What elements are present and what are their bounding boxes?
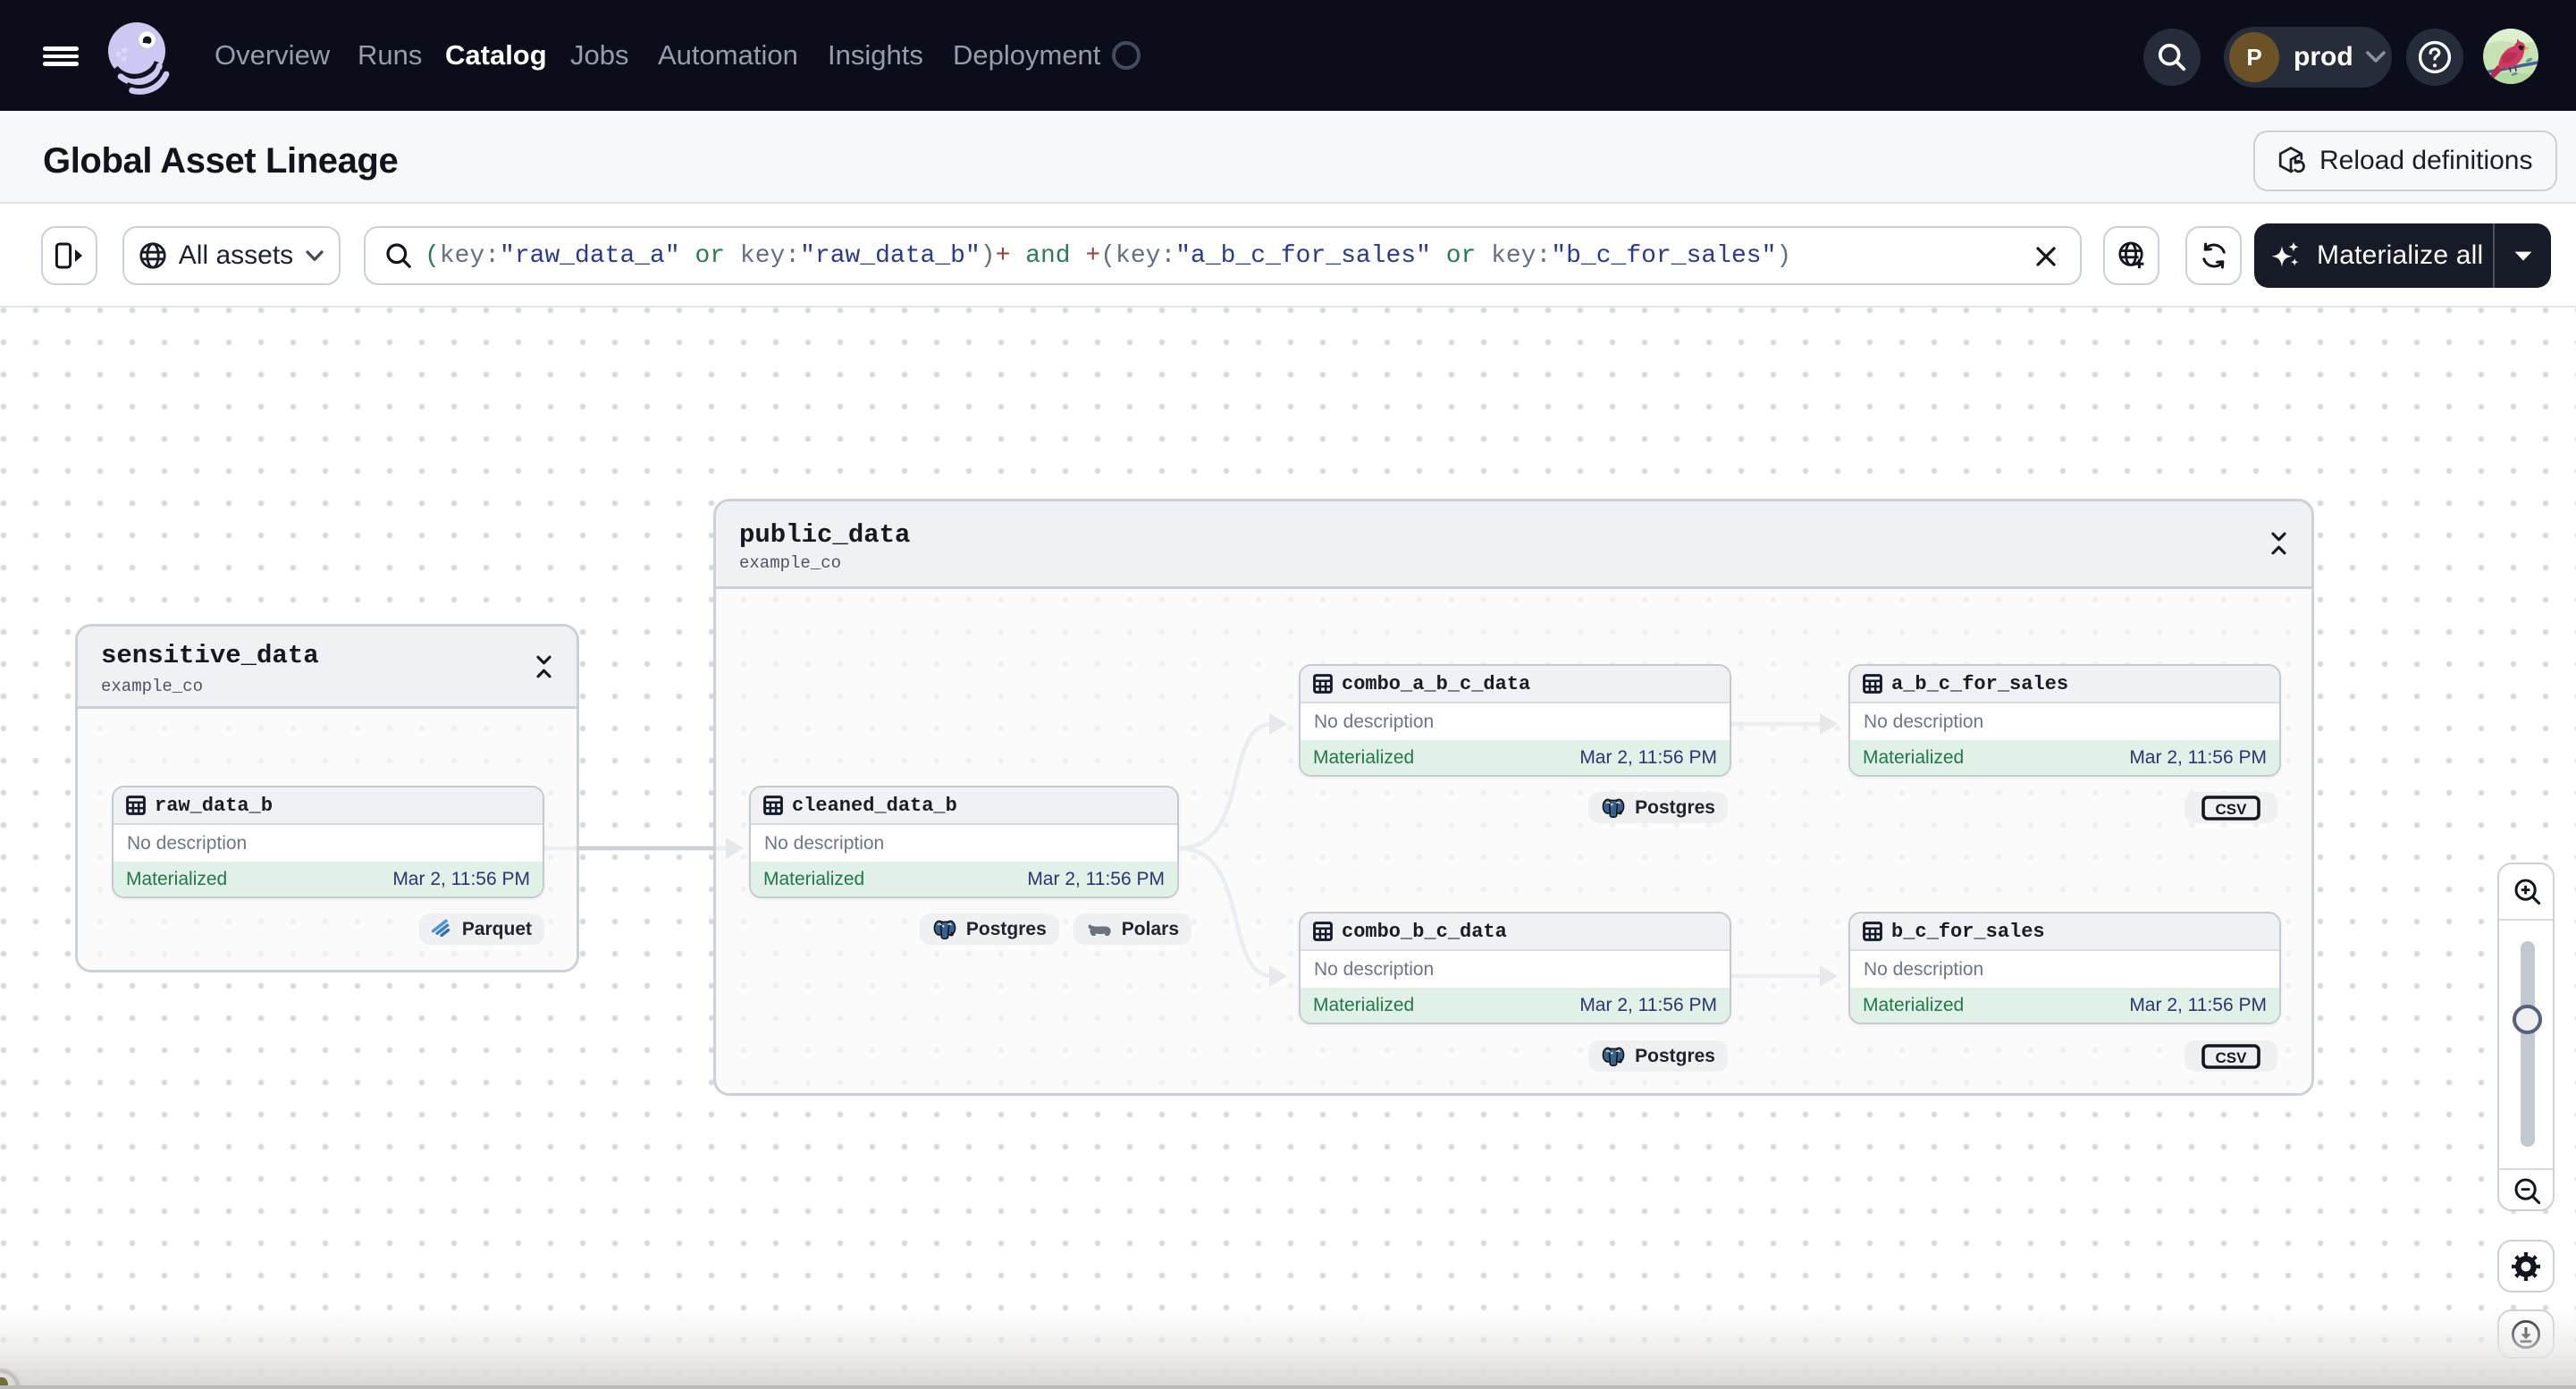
- svg-text:CSV: CSV: [2216, 1049, 2248, 1066]
- svg-text:CSV: CSV: [2216, 801, 2248, 818]
